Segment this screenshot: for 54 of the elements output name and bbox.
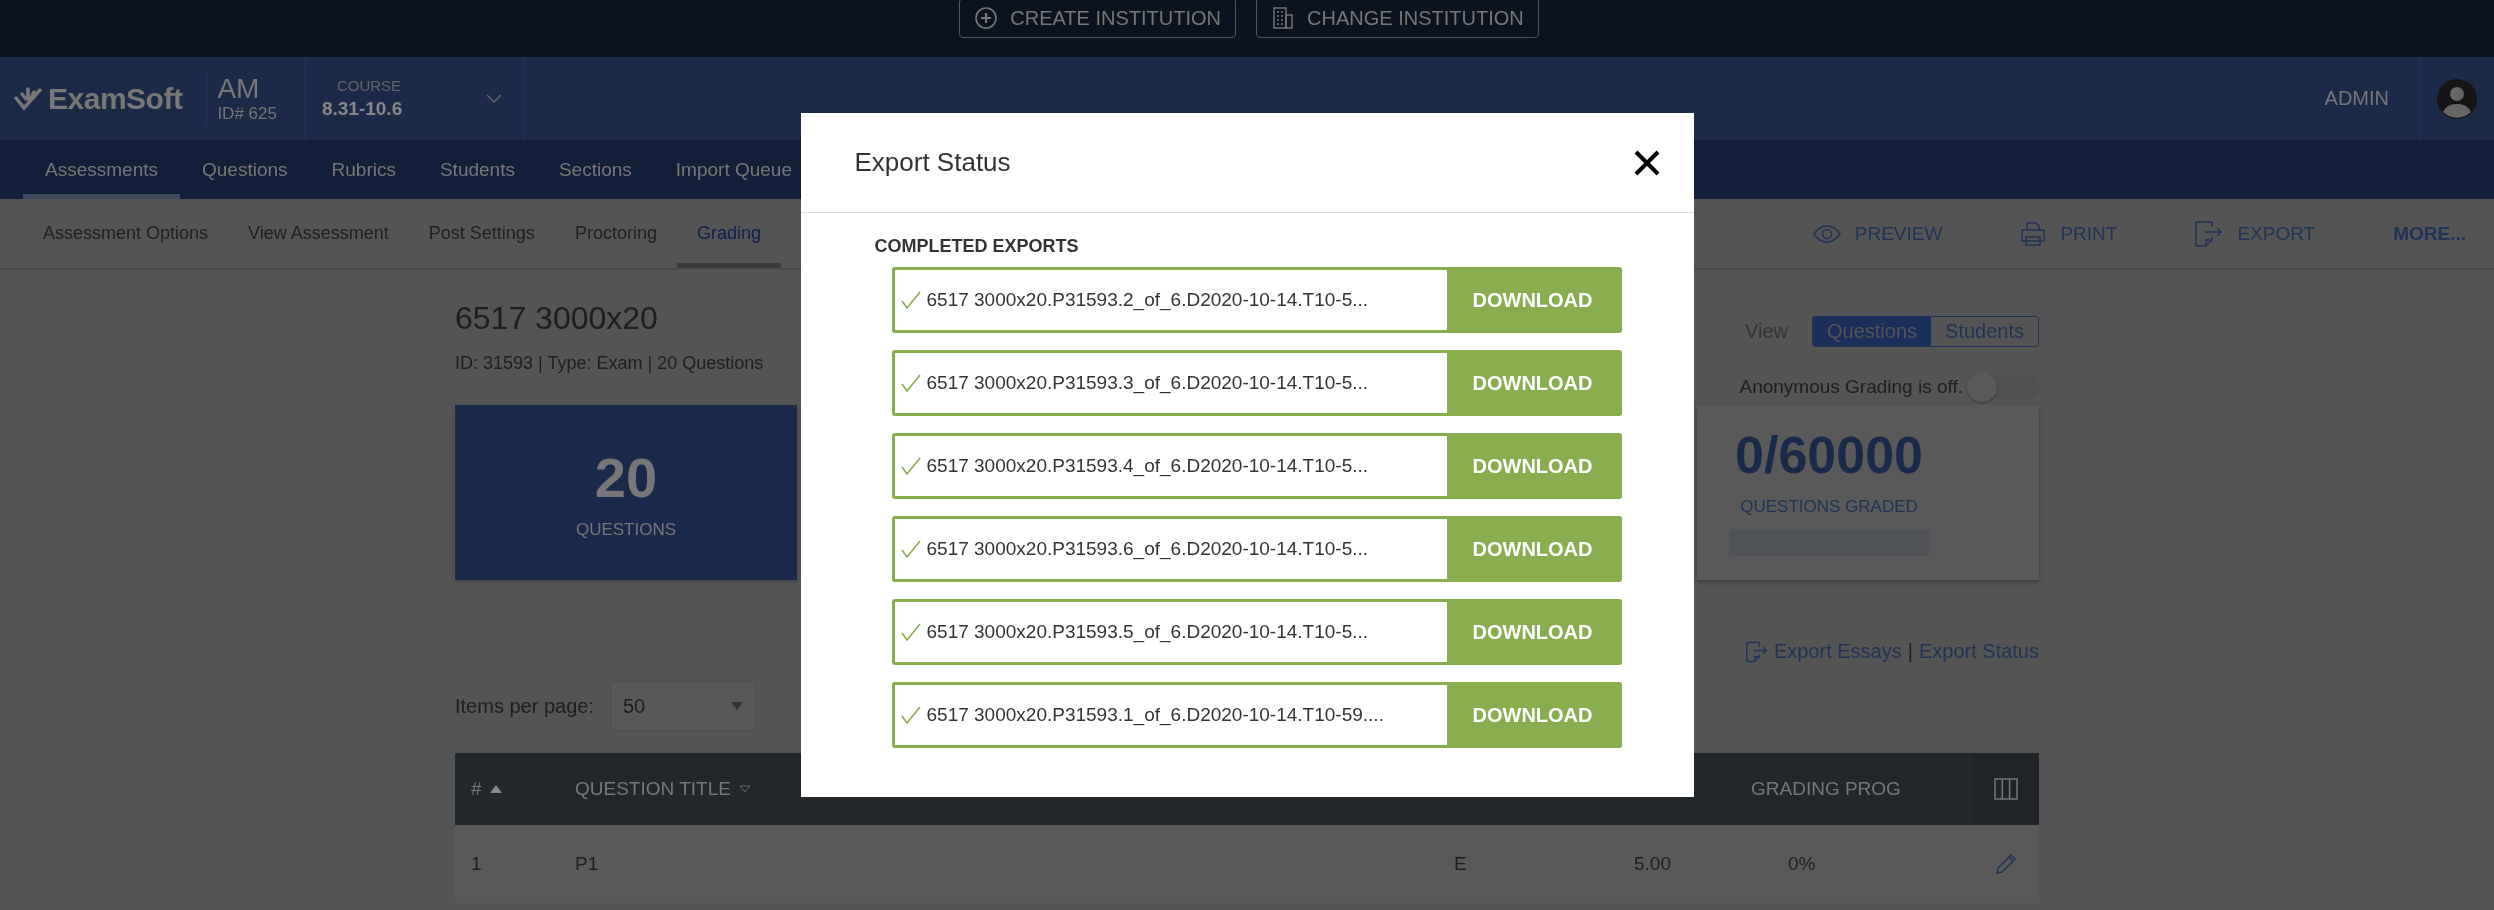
subnav-tab[interactable]: Grading — [676, 199, 781, 268]
export-file-name: 6517 3000x20.P31593.1_of_6.D2020-10-14.T10-59.... — [926, 704, 1384, 726]
download-button[interactable]: DOWNLOAD — [1446, 353, 1619, 413]
download-button[interactable]: DOWNLOAD — [1446, 519, 1619, 579]
logo-icon — [14, 85, 42, 112]
items-per-page-select[interactable]: 50 — [609, 681, 756, 731]
link-separator: | — [1907, 640, 1913, 663]
institution-button[interactable]: CHANGE INSTITUTION — [1256, 0, 1539, 38]
nav-tab[interactable]: Students — [417, 140, 537, 199]
export-icon — [1745, 640, 1768, 663]
table-cell: 1 — [471, 853, 482, 874]
graded-label: QUESTIONS GRADED — [1740, 497, 1918, 517]
eye-icon — [1812, 224, 1841, 243]
dialog-title: Export Status — [854, 147, 1011, 178]
avatar-icon[interactable] — [2437, 78, 2477, 119]
printer-icon — [2020, 220, 2047, 247]
column-header[interactable]: # — [455, 778, 575, 800]
caret-icon — [730, 702, 743, 710]
export-file-name: 6517 3000x20.P31593.4_of_6.D2020-10-14.T10-5... — [926, 455, 1369, 477]
graded-value: 0/60000 — [1735, 425, 1923, 485]
table-cell: 0% — [1788, 853, 1816, 874]
export-icon — [2195, 220, 2224, 247]
export-file-name: 6517 3000x20.P31593.2_of_6.D2020-10-14.T10-5... — [926, 289, 1369, 311]
institution-id: ID# 625 — [217, 103, 277, 124]
export-file-name: 6517 3000x20.P31593.6_of_6.D2020-10-14.T10-5... — [926, 538, 1369, 560]
table-cell: E — [1454, 853, 1467, 874]
nav-tab[interactable]: Sections — [536, 140, 654, 199]
institution-code: AM — [217, 73, 261, 104]
download-button[interactable]: DOWNLOAD — [1446, 602, 1619, 662]
nav-tab[interactable]: Rubrics — [309, 140, 418, 199]
export-file-name: 6517 3000x20.P31593.5_of_6.D2020-10-14.T10-5... — [926, 621, 1369, 643]
column-header[interactable]: QUESTION TITLE — [575, 778, 1439, 800]
close-icon[interactable] — [1633, 149, 1660, 176]
table-cell: 5.00 — [1634, 853, 1671, 874]
download-button[interactable]: DOWNLOAD — [1446, 436, 1619, 496]
nav-tab[interactable]: Import Queue — [653, 140, 814, 199]
building-icon — [1271, 6, 1296, 30]
institution-button[interactable]: CREATE INSTITUTION — [959, 0, 1237, 38]
plus-circle-icon — [974, 6, 999, 30]
columns-icon[interactable] — [1994, 778, 2018, 800]
download-button[interactable]: DOWNLOAD — [1446, 270, 1619, 330]
pencil-icon[interactable] — [1994, 852, 2018, 876]
nav-tab[interactable]: Questions — [180, 140, 310, 199]
logo-text: ExamSoft — [48, 81, 183, 116]
chevron-down-icon — [485, 93, 502, 104]
user-name[interactable]: ADMIN — [2324, 87, 2389, 110]
section-heading: COMPLETED EXPORTS — [874, 236, 1080, 257]
count-label: QUESTIONS — [575, 520, 677, 540]
export-file-name: 6517 3000x20.P31593.3_of_6.D2020-10-14.T10-5... — [926, 372, 1369, 394]
view-option[interactable]: Questions — [1813, 317, 1932, 346]
count-value: 20 — [594, 445, 658, 510]
download-button[interactable]: DOWNLOAD — [1446, 685, 1619, 745]
column-header[interactable]: GRADING PROG — [1741, 778, 1973, 800]
table-cell: P1 — [575, 853, 599, 874]
